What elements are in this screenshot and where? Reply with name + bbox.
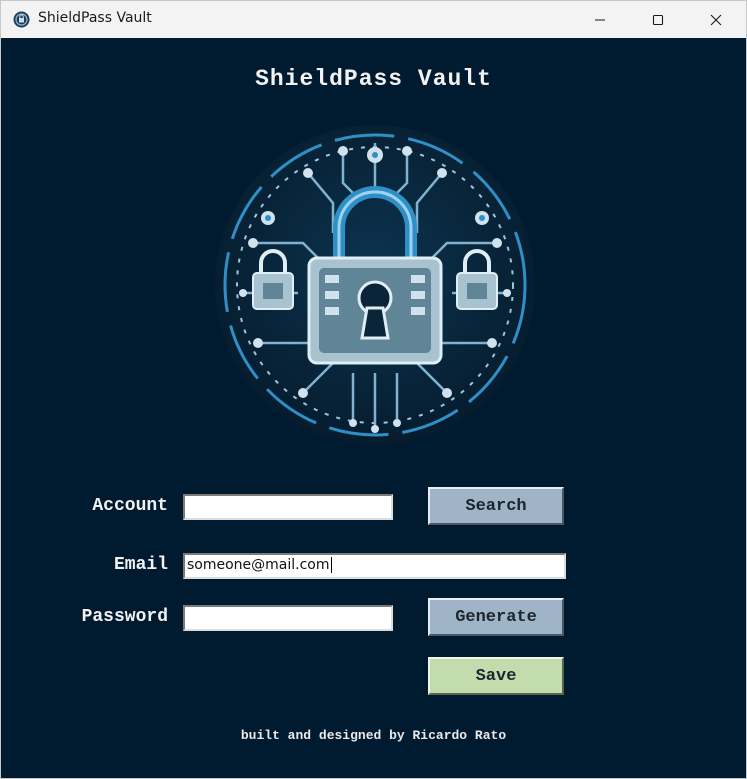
footer-credit: built and designed by Ricardo Rato: [240, 728, 507, 743]
app-window: ShieldPass Vault ShieldPass Vault Accoun…: [0, 0, 747, 779]
page-title: ShieldPass Vault: [255, 66, 492, 92]
email-label: Email: [113, 555, 168, 575]
minimize-icon: [595, 19, 605, 20]
title-bar[interactable]: ShieldPass Vault: [1, 1, 746, 38]
text-caret: [330, 557, 332, 573]
password-label: Password: [81, 607, 168, 627]
save-button[interactable]: Save: [428, 657, 564, 695]
circuit-padlock-emblem: [215, 125, 535, 445]
account-label: Account: [92, 496, 168, 516]
minimize-button[interactable]: [571, 1, 629, 38]
main-panel: ShieldPass Vault Account Search Email so…: [1, 38, 746, 778]
maximize-button[interactable]: [629, 1, 687, 38]
account-input[interactable]: [183, 494, 393, 520]
generate-button[interactable]: Generate: [428, 598, 564, 636]
window-title: ShieldPass Vault: [38, 10, 152, 26]
password-input[interactable]: [183, 605, 393, 631]
maximize-icon: [652, 14, 664, 25]
app-emblem-icon: [13, 11, 30, 28]
email-input[interactable]: someone@mail.com: [183, 553, 566, 579]
search-button[interactable]: Search: [428, 487, 564, 525]
email-value: someone@mail.com: [187, 557, 330, 573]
close-icon: [710, 14, 722, 25]
close-button[interactable]: [687, 1, 745, 38]
